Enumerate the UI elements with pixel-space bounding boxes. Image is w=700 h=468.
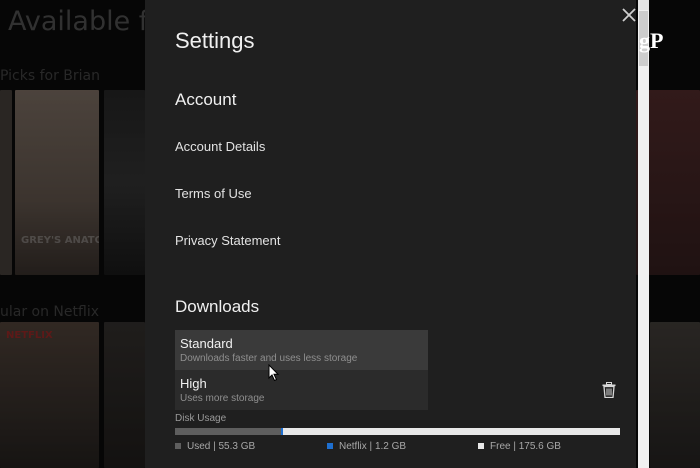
download-quality-high[interactable]: High Uses more storage bbox=[175, 370, 428, 410]
disk-usage-netflix-segment bbox=[281, 428, 284, 435]
account-heading: Account bbox=[175, 90, 237, 109]
scrollbar[interactable] bbox=[638, 0, 649, 468]
option-subtitle: Uses more storage bbox=[180, 393, 265, 404]
legend-used: Used | 55.3 GB bbox=[175, 441, 255, 452]
disk-usage-bar bbox=[175, 428, 620, 435]
download-quality-standard[interactable]: Standard Downloads faster and uses less … bbox=[175, 330, 428, 370]
option-title: High bbox=[180, 376, 207, 391]
watermark-logo: gP bbox=[639, 28, 664, 53]
settings-title: Settings bbox=[175, 28, 255, 53]
account-details-link[interactable]: Account Details bbox=[175, 139, 265, 154]
scroll-up-arrow[interactable] bbox=[638, 0, 649, 10]
option-title: Standard bbox=[180, 336, 233, 351]
legend-swatch bbox=[175, 443, 181, 449]
disk-usage-label: Disk Usage bbox=[175, 413, 227, 424]
privacy-statement-link[interactable]: Privacy Statement bbox=[175, 233, 281, 248]
mouse-cursor-icon bbox=[268, 364, 280, 382]
option-subtitle: Downloads faster and uses less storage bbox=[180, 353, 358, 364]
terms-of-use-link[interactable]: Terms of Use bbox=[175, 186, 252, 201]
legend-swatch bbox=[478, 443, 484, 449]
legend-free: Free | 175.6 GB bbox=[478, 441, 561, 452]
legend-netflix: Netflix | 1.2 GB bbox=[327, 441, 406, 452]
close-icon[interactable] bbox=[620, 6, 638, 24]
disk-usage-used-segment bbox=[175, 428, 282, 435]
downloads-heading: Downloads bbox=[175, 297, 260, 316]
legend-swatch bbox=[327, 443, 333, 449]
legend-free-label: Free | 175.6 GB bbox=[490, 441, 561, 452]
settings-panel: Settings Account Account Details Terms o… bbox=[145, 0, 636, 468]
trash-icon[interactable] bbox=[602, 382, 616, 398]
legend-used-label: Used | 55.3 GB bbox=[187, 441, 256, 452]
legend-netflix-label: Netflix | 1.2 GB bbox=[339, 441, 407, 452]
